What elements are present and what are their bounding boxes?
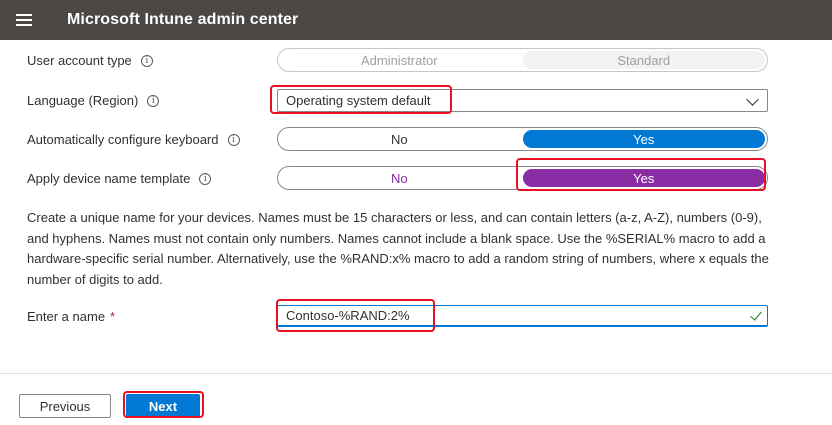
info-icon[interactable]: i xyxy=(199,172,212,185)
hamburger-icon[interactable] xyxy=(16,14,32,26)
previous-button[interactable]: Previous xyxy=(19,394,111,418)
info-icon[interactable]: i xyxy=(227,133,240,146)
top-bar: Microsoft Intune admin center xyxy=(0,0,832,40)
next-button[interactable]: Next xyxy=(126,394,200,418)
option-yes[interactable]: Yes xyxy=(522,169,765,187)
language-label: Language (Region) i xyxy=(27,93,160,108)
footer-divider xyxy=(0,373,832,374)
option-administrator[interactable]: Administrator xyxy=(278,49,521,71)
chevron-down-icon xyxy=(746,93,759,106)
user-account-type-label: User account type i xyxy=(27,53,153,68)
name-template-description: Create a unique name for your devices. N… xyxy=(27,210,769,287)
option-standard[interactable]: Standard xyxy=(522,51,765,69)
check-icon xyxy=(750,308,762,321)
required-marker: * xyxy=(110,309,116,324)
option-no[interactable]: No xyxy=(278,128,521,150)
enter-name-label: Enter a name * xyxy=(27,309,116,324)
user-account-type-toggle[interactable]: Administrator Standard xyxy=(277,48,768,72)
language-value: Operating system default xyxy=(286,93,431,108)
language-dropdown[interactable]: Operating system default xyxy=(277,89,768,112)
device-name-template-toggle[interactable]: No Yes xyxy=(277,166,768,190)
option-no[interactable]: No xyxy=(278,167,521,189)
device-name-value: Contoso-%RAND:2% xyxy=(286,308,410,323)
device-name-input[interactable]: Contoso-%RAND:2% xyxy=(277,305,768,327)
auto-keyboard-toggle[interactable]: No Yes xyxy=(277,127,768,151)
app-title: Microsoft Intune admin center xyxy=(67,11,299,28)
option-yes[interactable]: Yes xyxy=(522,130,765,148)
info-icon[interactable]: i xyxy=(140,54,153,67)
auto-keyboard-label: Automatically configure keyboard i xyxy=(27,132,240,147)
info-icon[interactable]: i xyxy=(147,94,160,107)
device-name-template-label: Apply device name template i xyxy=(27,171,212,186)
